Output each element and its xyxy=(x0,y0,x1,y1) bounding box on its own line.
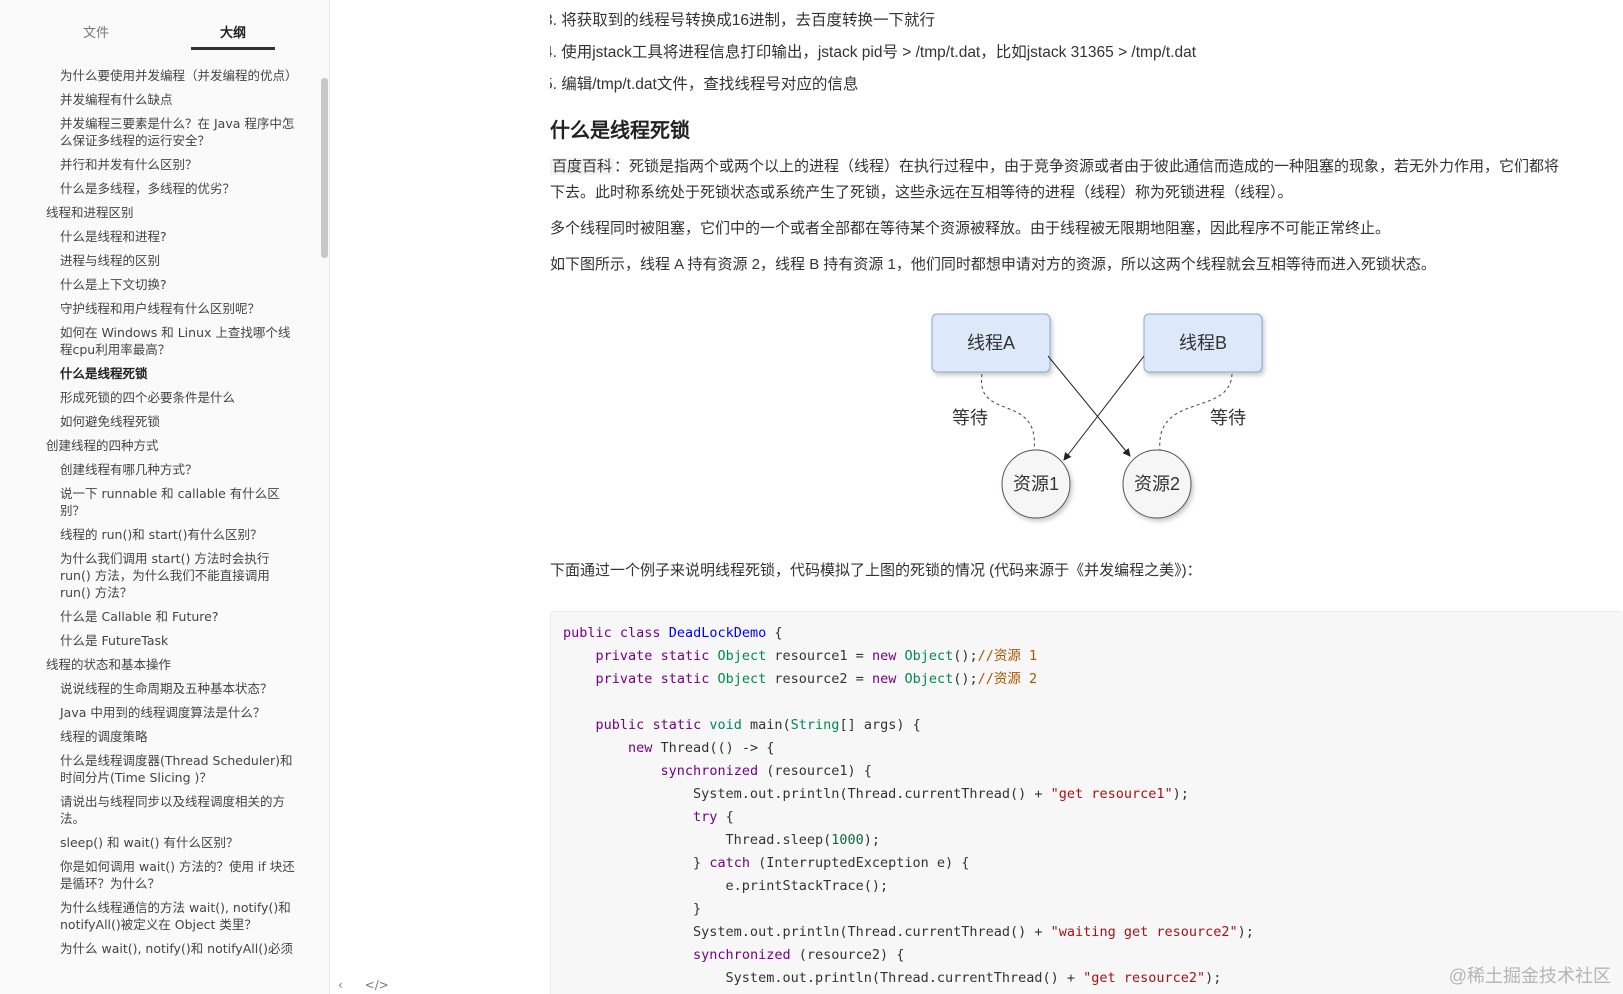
editor-content: 3. 将获取到的线程号转换成16进制，去百度转换一下就行 4. 使用jstack… xyxy=(550,0,1623,994)
wait-curve-left xyxy=(981,373,1035,451)
tab-file[interactable]: 文件 xyxy=(54,22,138,50)
outline-item[interactable]: sleep() 和 wait() 有什么区别？ xyxy=(0,831,318,855)
code-text: public class DeadLockDemo { private stat… xyxy=(563,625,1254,994)
outline-item[interactable]: Java 中用到的线程调度算法是什么？ xyxy=(0,701,318,725)
outline-item[interactable]: 并发编程三要素是什么？在 Java 程序中怎么保证多线程的运行安全？ xyxy=(0,112,318,153)
baike-paragraph: 百度百科 ：死锁是指两个或两个以上的进程（线程）在执行过程中，由于竞争资源或者由于… xyxy=(550,154,1559,206)
paragraph: 如下图所示，线程 A 持有资源 2，线程 B 持有资源 1，他们同时都想申请对方… xyxy=(550,256,1436,273)
thread-a-label: 线程A xyxy=(967,333,1015,353)
paragraph: 多个线程同时被阻塞，它们中的一个或者全部都在等待某个资源被释放。由于线程被无限期… xyxy=(550,220,1391,237)
outline-item[interactable]: 什么是 Callable 和 Future? xyxy=(0,605,318,629)
back-icon[interactable]: ‹ xyxy=(338,978,343,992)
outline-item[interactable]: 进程与线程的区别 xyxy=(0,249,318,273)
outline-item[interactable]: 如何在 Windows 和 Linux 上查找哪个线程cpu利用率最高？ xyxy=(0,321,318,362)
outline-item[interactable]: 并发编程有什么缺点 xyxy=(0,88,318,112)
sidebar-tabs: 文件 大纲 xyxy=(0,18,329,52)
outline-item[interactable]: 线程和进程区别 xyxy=(0,201,318,225)
outline-item[interactable]: 线程的 run()和 start()有什么区别？ xyxy=(0,523,318,547)
outline-item[interactable]: 什么是上下文切换? xyxy=(0,273,318,297)
wait-label-left: 等待 xyxy=(952,408,988,428)
outline-item[interactable]: 创建线程有哪几种方式？ xyxy=(0,458,318,482)
outline-item[interactable]: 什么是线程死锁 xyxy=(0,362,318,386)
outline-item[interactable]: 说说线程的生命周期及五种基本状态？ xyxy=(0,677,318,701)
list-item: 5. 编辑/tmp/t.dat文件，查找线程号对应的信息 xyxy=(550,76,859,93)
list-item: 4. 使用jstack工具将进程信息打印输出，jstack pid号 > /tm… xyxy=(550,44,1197,61)
outline-item[interactable]: 如何避免线程死锁 xyxy=(0,410,318,434)
watermark: @稀土掘金技术社区 xyxy=(1448,966,1611,986)
arrow-b-to-res1 xyxy=(1063,355,1145,461)
baike-text: ：死锁是指两个或两个以上的进程（线程）在执行过程中，由于竞争资源或者由于彼此通信… xyxy=(614,158,1560,175)
code-intro: 下面通过一个例子来说明线程死锁，代码模拟了上图的死锁的情况 (代码来源于《并发编… xyxy=(550,562,1202,579)
outline-item[interactable]: 说一下 runnable 和 callable 有什么区别？ xyxy=(0,482,318,523)
resource-2-label: 资源2 xyxy=(1134,474,1180,494)
outline-item[interactable]: 线程的状态和基本操作 xyxy=(0,653,318,677)
outline-item[interactable]: 守护线程和用户线程有什么区别呢？ xyxy=(0,297,318,321)
outline-item[interactable]: 为什么 wait(), notify()和 notifyAll()必须 xyxy=(0,937,318,961)
sidebar: 文件 大纲 为什么要使用并发编程（并发编程的优点） 并发编程有什么缺点 并发编程三要… xyxy=(0,0,330,994)
outline-item[interactable]: 什么是线程调度器(Thread Scheduler)和时间分片(Time Sli… xyxy=(0,749,318,790)
resource-1-label: 资源1 xyxy=(1013,474,1059,494)
wait-label-right: 等待 xyxy=(1210,408,1246,428)
arrow-a-to-res2 xyxy=(1047,355,1131,457)
outline-item[interactable]: 为什么我们调用 start() 方法时会执行 run() 方法，为什么我们不能直… xyxy=(0,547,318,605)
outline-item[interactable]: 什么是线程和进程? xyxy=(0,225,318,249)
outline-item[interactable]: 什么是 FutureTask xyxy=(0,629,318,653)
deadlock-diagram: 线程A 线程B 资源1 资源2 等待 等待 xyxy=(931,313,1263,519)
baike-tag: 百度百科 xyxy=(550,158,615,175)
outline-item[interactable]: 为什么要使用并发编程（并发编程的优点） xyxy=(0,64,318,88)
section-heading: 什么是线程死锁 xyxy=(550,120,690,142)
outline-item[interactable]: 你是如何调用 wait() 方法的？使用 if 块还是循环？为什么？ xyxy=(0,855,318,896)
baike-text-cont: 下去。此时称系统处于死锁状态或系统产生了死锁，这些永远在互相等待的进程（线程）称… xyxy=(550,184,1293,201)
source-code-icon[interactable]: </> xyxy=(365,978,389,992)
code-block[interactable]: public class DeadLockDemo { private stat… xyxy=(550,611,1623,994)
outline-item[interactable]: 形成死锁的四个必要条件是什么 xyxy=(0,386,318,410)
outline-item[interactable]: 创建线程的四种方式 xyxy=(0,434,318,458)
sidebar-footer: ‹ </> xyxy=(338,978,407,992)
outline-item[interactable]: 为什么线程通信的方法 wait(), notify()和 notifyAll()… xyxy=(0,896,318,937)
sidebar-scrollbar[interactable] xyxy=(321,78,328,258)
outline-item[interactable]: 什么是多线程，多线程的优劣？ xyxy=(0,177,318,201)
thread-b-label: 线程B xyxy=(1179,333,1227,353)
outline-item[interactable]: 请说出与线程同步以及线程调度相关的方法。 xyxy=(0,790,318,831)
outline-list: 为什么要使用并发编程（并发编程的优点） 并发编程有什么缺点 并发编程三要素是什么？在… xyxy=(0,64,318,961)
list-item: 3. 将获取到的线程号转换成16进制，去百度转换一下就行 xyxy=(550,12,935,29)
outline-item[interactable]: 并行和并发有什么区别？ xyxy=(0,153,318,177)
outline-item[interactable]: 线程的调度策略 xyxy=(0,725,318,749)
tab-outline[interactable]: 大纲 xyxy=(191,22,275,50)
